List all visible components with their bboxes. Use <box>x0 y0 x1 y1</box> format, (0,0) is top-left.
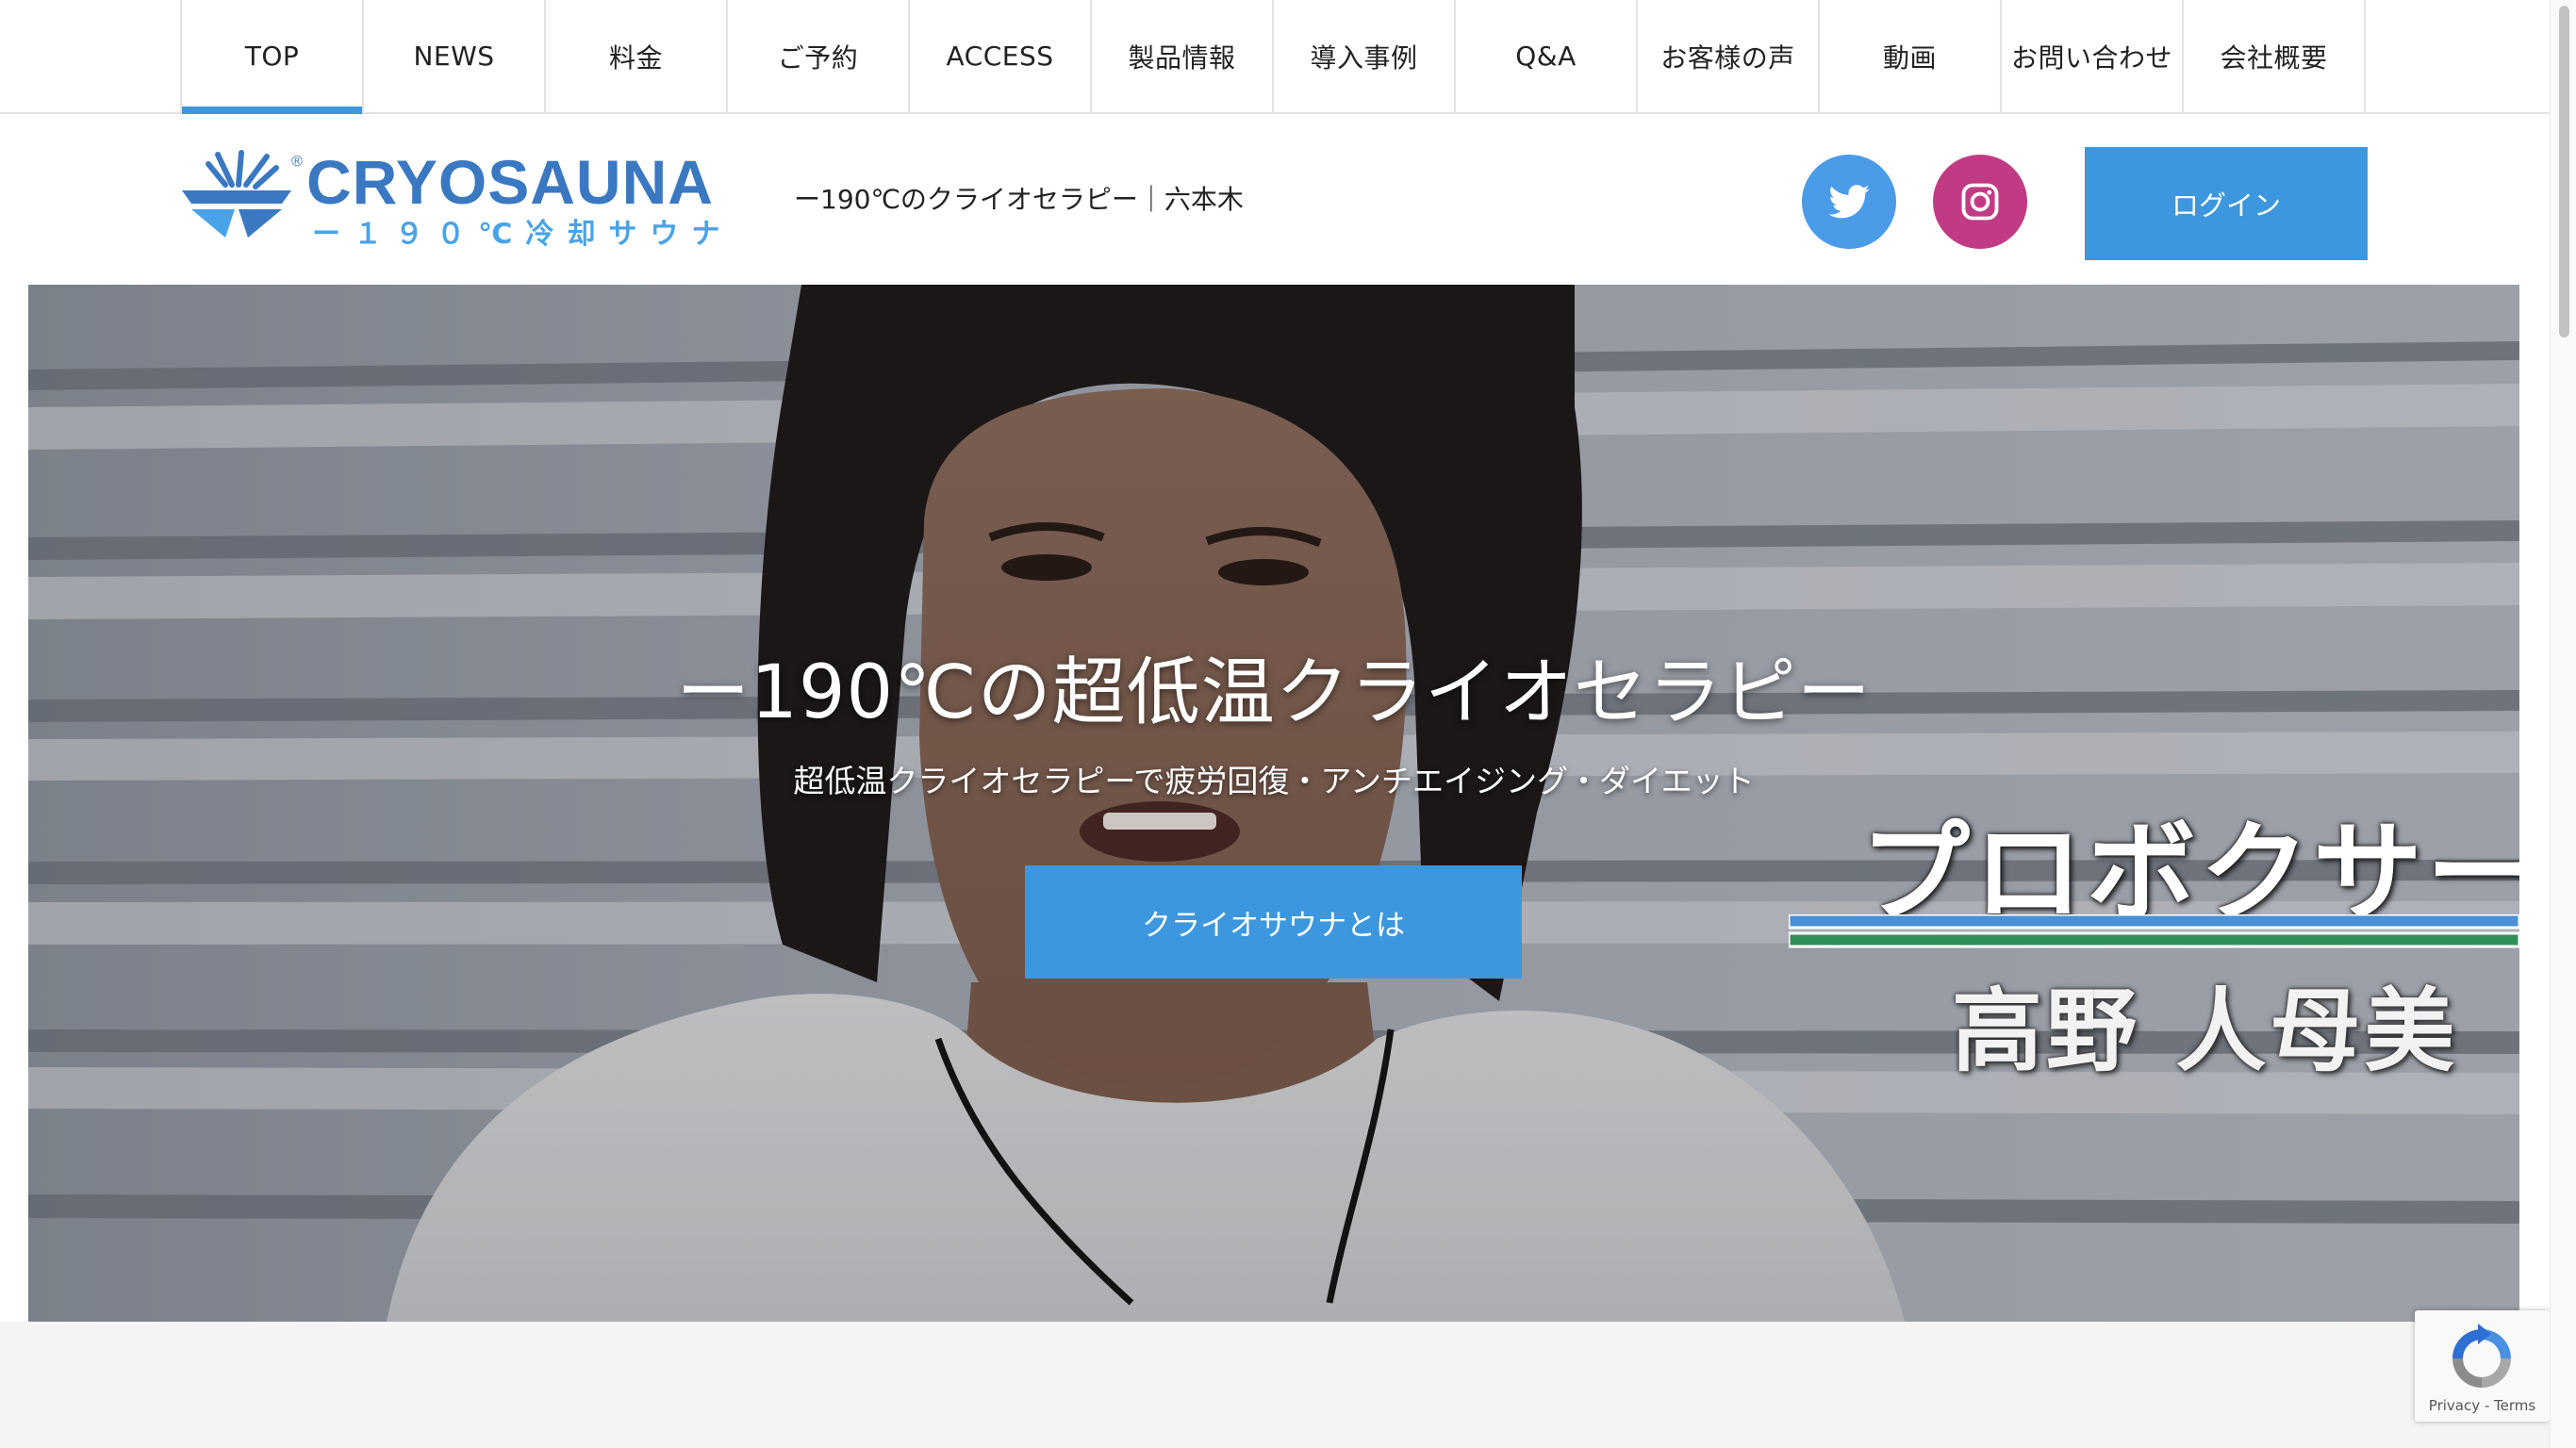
login-button[interactable]: ログイン <box>2085 147 2368 260</box>
snowflake-sauna-logo-icon: ® CRYOSAUNA ー１９０℃冷却サウナ <box>182 147 733 251</box>
hero-title: ー190℃の超低温クライオセラピー <box>676 650 1872 735</box>
recaptcha-badge[interactable]: Privacy - Terms <box>2415 1310 2550 1422</box>
nav-item[interactable]: ACCESS <box>910 0 1092 112</box>
nav-item[interactable]: 動画 <box>1820 0 2002 112</box>
page-scrollbar[interactable] <box>2550 0 2576 1448</box>
top-navigation: TOP NEWS 料金 ご予約 ACCESS 製品情報 導入事例 Q&A お客様の声 動画 お問い合… <box>0 0 2550 114</box>
nav-list: TOP NEWS 料金 ご予約 ACCESS 製品情報 導入事例 Q&A お客様の声 動画 お問い合… <box>180 0 2366 114</box>
nav-item[interactable]: 製品情報 <box>1092 0 1274 112</box>
registered-mark: ® <box>291 154 303 170</box>
nav-item[interactable]: ご予約 <box>728 0 910 112</box>
hero-section: ー190℃の超低温クライオセラピー 超低温クライオセラピーで疲労回復・アンチエイ… <box>28 285 2519 1322</box>
nav-item[interactable]: お客様の声 <box>1638 0 1820 112</box>
logo-brand: CRYOSAUNA <box>306 147 714 217</box>
recaptcha-icon <box>2452 1324 2511 1388</box>
nav-item[interactable]: NEWS <box>364 0 546 112</box>
about-cryosauna-button[interactable]: クライオサウナとは <box>1025 865 1522 979</box>
caption-divider-lines <box>1789 914 2519 948</box>
logo-subtitle: ー１９０℃冷却サウナ <box>312 218 733 249</box>
nav-item[interactable]: 会社概要 <box>2184 0 2366 112</box>
twitter-bird-icon <box>1828 185 1870 219</box>
nav-item[interactable]: TOP <box>182 0 364 114</box>
site-logo[interactable]: ® CRYOSAUNA ー１９０℃冷却サウナ <box>180 145 746 251</box>
site-tagline: ー190℃のクライオセラピー｜六本木 <box>794 184 1244 215</box>
nav-item[interactable]: お問い合わせ <box>2002 0 2184 112</box>
instagram-camera-icon <box>1961 183 1999 221</box>
nav-item[interactable]: 導入事例 <box>1274 0 1456 112</box>
twitter-button[interactable] <box>1802 155 1896 249</box>
page: TOP NEWS 料金 ご予約 ACCESS 製品情報 導入事例 Q&A お客様の声 動画 お問い合… <box>0 0 2576 1448</box>
nav-item[interactable]: 料金 <box>546 0 728 112</box>
instagram-button[interactable] <box>1933 155 2027 249</box>
nav-item[interactable]: Q&A <box>1456 0 1638 112</box>
scrollbar-thumb[interactable] <box>2559 6 2569 337</box>
page-footer-area <box>0 1322 2550 1448</box>
recaptcha-privacy-terms[interactable]: Privacy - Terms <box>2415 1397 2550 1414</box>
video-caption-name: 高野 人母美 <box>1952 979 2459 1084</box>
